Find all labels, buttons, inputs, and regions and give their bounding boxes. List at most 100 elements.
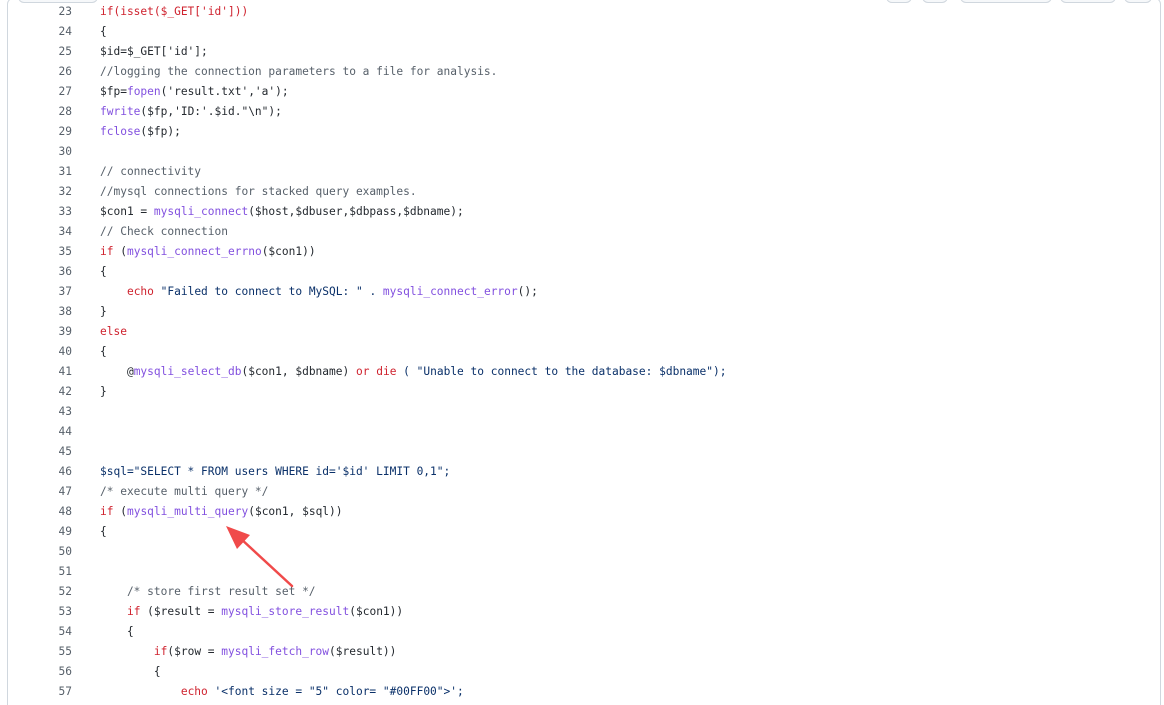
line-number[interactable]: 38: [30, 302, 72, 322]
line-number[interactable]: 31: [30, 162, 72, 182]
code-line: 36 {: [8, 262, 1160, 282]
line-number[interactable]: 47: [30, 482, 72, 502]
code-text: // Check connection: [100, 222, 228, 242]
code-token: ($con1)): [261, 245, 316, 258]
line-number[interactable]: 32: [30, 182, 72, 202]
code-line: 46 $sql="SELECT * FROM users WHERE id='$i…: [8, 462, 1160, 482]
code-token: mysqli_fetch_row: [221, 645, 330, 658]
code-viewer: 23 if(isset($_GET['id'])) 24 {25 $id=$_GET['…: [7, 0, 1161, 705]
line-number[interactable]: 48: [30, 502, 72, 522]
line-number[interactable]: 25: [30, 42, 72, 62]
code-line: 39 else: [8, 322, 1160, 342]
code-line: 45: [8, 442, 1160, 462]
code-text: /* execute multi query */: [100, 482, 268, 502]
code-token: ($con1, $sql)): [248, 505, 343, 518]
code-line: 37 echo "Failed to connect to MySQL: " .…: [8, 282, 1160, 302]
code-token: if(isset($_GET['id'])): [100, 5, 249, 18]
code-token: $sql="SELECT * FROM users WHERE id='$id'…: [100, 465, 451, 478]
line-number[interactable]: 54: [30, 622, 72, 642]
code-text: {: [100, 622, 134, 642]
line-number[interactable]: 46: [30, 462, 72, 482]
code-line: 49 {: [8, 522, 1160, 542]
line-number[interactable]: 30: [30, 142, 72, 162]
line-number[interactable]: 42: [30, 382, 72, 402]
code-line: 25 $id=$_GET['id'];: [8, 42, 1160, 62]
code-text: if(isset($_GET['id'])): [100, 2, 248, 22]
line-number[interactable]: 43: [30, 402, 72, 422]
code-token: // connectivity: [100, 165, 202, 178]
code-line: 23 if(isset($_GET['id'])): [8, 2, 1160, 22]
code-token: mysqli_connect_errno: [126, 245, 262, 258]
line-number[interactable]: 49: [30, 522, 72, 542]
code-token: }: [100, 385, 107, 398]
code-line: 50: [8, 542, 1160, 562]
code-token: {: [100, 625, 134, 638]
code-text: else: [100, 322, 127, 342]
code-text: // connectivity: [100, 162, 201, 182]
code-token: ($result =: [140, 605, 222, 618]
code-token: mysqli_connect_error: [382, 285, 518, 298]
code-token: $fp=: [100, 85, 127, 98]
code-text: {: [100, 22, 107, 42]
line-number[interactable]: 37: [30, 282, 72, 302]
code-token: fwrite: [100, 105, 141, 118]
code-text: if (mysqli_multi_query($con1, $sql)): [100, 502, 343, 522]
line-number[interactable]: 45: [30, 442, 72, 462]
line-number[interactable]: 33: [30, 202, 72, 222]
line-number[interactable]: 34: [30, 222, 72, 242]
code-token: {: [100, 345, 107, 358]
line-number[interactable]: 26: [30, 62, 72, 82]
code-listing: 23 if(isset($_GET['id'])) 24 {25 $id=$_GET['…: [8, 2, 1160, 702]
code-line: 48 if (mysqli_multi_query($con1, $sql)): [8, 502, 1160, 522]
line-number[interactable]: 24: [30, 22, 72, 42]
code-line: 31 // connectivity: [8, 162, 1160, 182]
code-line: 30: [8, 142, 1160, 162]
code-text: }: [100, 302, 107, 322]
code-token: ($fp);: [140, 125, 181, 138]
line-number[interactable]: 50: [30, 542, 72, 562]
code-token: //logging the connection parameters to a…: [100, 65, 498, 78]
code-text: $id=$_GET['id'];: [100, 42, 208, 62]
code-line: 24 {: [8, 22, 1160, 42]
line-number[interactable]: 28: [30, 102, 72, 122]
line-number[interactable]: 35: [30, 242, 72, 262]
code-token: ($row =: [167, 645, 222, 658]
line-number[interactable]: 40: [30, 342, 72, 362]
code-token: // Check connection: [100, 225, 228, 238]
code-token: ($result)): [329, 645, 397, 658]
line-number[interactable]: 55: [30, 642, 72, 662]
code-line: 44: [8, 422, 1160, 442]
code-text: /* store first result set */: [100, 582, 316, 602]
line-number[interactable]: 44: [30, 422, 72, 442]
code-line: 35 if (mysqli_connect_errno($con1)): [8, 242, 1160, 262]
code-token: or: [355, 365, 370, 378]
code-token: //mysql connections for stacked query ex…: [100, 185, 417, 198]
line-number[interactable]: 57: [30, 682, 72, 702]
code-token: mysqli_select_db: [133, 365, 242, 378]
code-token: ($con1, $dbname): [241, 365, 356, 378]
code-token: {: [100, 25, 107, 38]
code-line: 53 if ($result = mysqli_store_result($co…: [8, 602, 1160, 622]
line-number[interactable]: 29: [30, 122, 72, 142]
code-text: //logging the connection parameters to a…: [100, 62, 497, 82]
code-line: 42}: [8, 382, 1160, 402]
line-number[interactable]: 41: [30, 362, 72, 382]
line-number[interactable]: 23: [30, 2, 72, 22]
line-number[interactable]: 52: [30, 582, 72, 602]
code-text: {: [100, 262, 107, 282]
code-line: 47 /* execute multi query */: [8, 482, 1160, 502]
line-number[interactable]: 39: [30, 322, 72, 342]
code-line: 52 /* store first result set */: [8, 582, 1160, 602]
line-number[interactable]: 56: [30, 662, 72, 682]
code-token: {: [100, 265, 107, 278]
code-token: /* execute multi query */: [100, 485, 269, 498]
code-token: mysqli_connect: [153, 205, 249, 218]
line-number[interactable]: 27: [30, 82, 72, 102]
code-token: echo: [180, 685, 208, 698]
code-token: {: [100, 525, 107, 538]
line-number[interactable]: 36: [30, 262, 72, 282]
line-number[interactable]: 51: [30, 562, 72, 582]
line-number[interactable]: 53: [30, 602, 72, 622]
code-token: fclose: [100, 125, 141, 138]
